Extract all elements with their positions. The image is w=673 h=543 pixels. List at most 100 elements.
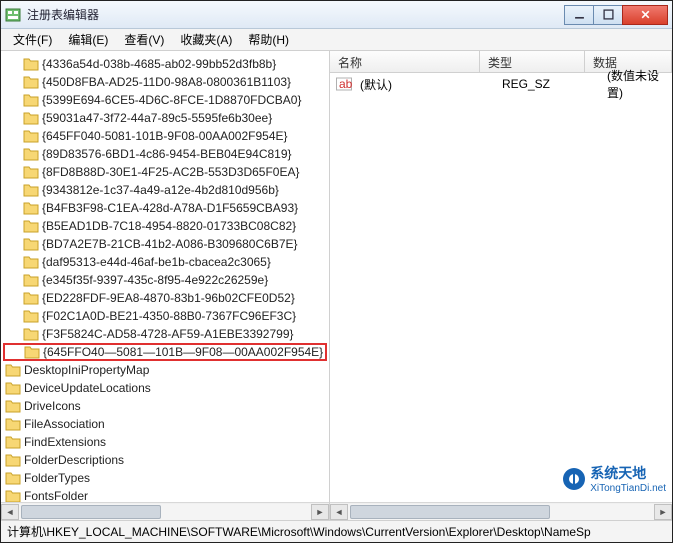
tree-item[interactable]: FolderDescriptions (3, 451, 327, 469)
string-value-icon: ab (336, 76, 352, 92)
folder-icon (5, 362, 21, 378)
scroll-left-button[interactable]: ◄ (1, 504, 19, 520)
tree-item[interactable]: {B4FB3F98-C1EA-428d-A78A-D1F5659CBA93} (3, 199, 327, 217)
tree-label: FileAssociation (24, 417, 105, 431)
folder-icon (23, 236, 39, 252)
scroll-thumb[interactable] (21, 505, 161, 519)
menu-favorites[interactable]: 收藏夹(A) (174, 29, 238, 50)
tree-item[interactable]: {B5EAD1DB-7C18-4954-8820-01733BC08C82} (3, 217, 327, 235)
tree-item[interactable]: FindExtensions (3, 433, 327, 451)
tree-item-highlighted[interactable]: {645FFO40—5081—101B—9F08—00AA002F954E} (3, 343, 327, 361)
scroll-track[interactable] (348, 504, 654, 520)
folder-icon (23, 272, 39, 288)
value-name: (默认) (356, 76, 498, 93)
scroll-right-button[interactable]: ► (654, 504, 672, 520)
tree-item[interactable]: {ED228FDF-9EA8-4870-83b1-96b02CFE0D52} (3, 289, 327, 307)
registry-tree[interactable]: {4336a54d-038b-4685-ab02-99bb52d3fb8b} {4… (1, 51, 329, 502)
tree-item[interactable]: {89D83576-6BD1-4c86-9454-BEB04E94C819} (3, 145, 327, 163)
tree-item[interactable]: {9343812e-1c37-4a49-a12e-4b2d810d956b} (3, 181, 327, 199)
tree-item[interactable]: FolderTypes (3, 469, 327, 487)
tree-item[interactable]: {8FD8B88D-30E1-4F25-AC2B-553D3D65F0EA} (3, 163, 327, 181)
tree-item[interactable]: {5399E694-6CE5-4D6C-8FCE-1D8870FDCBA0} (3, 91, 327, 109)
folder-icon (23, 308, 39, 324)
tree-label: DeviceUpdateLocations (24, 381, 151, 395)
maximize-button[interactable] (593, 5, 623, 25)
folder-icon (23, 164, 39, 180)
titlebar: 注册表编辑器 (1, 1, 672, 29)
tree-label: FontsFolder (24, 489, 88, 502)
value-data: (数值未设置) (603, 67, 672, 101)
tree-label: {5399E694-6CE5-4D6C-8FCE-1D8870FDCBA0} (42, 93, 301, 107)
folder-icon (23, 110, 39, 126)
tree-label: {8FD8B88D-30E1-4F25-AC2B-553D3D65F0EA} (42, 165, 299, 179)
tree-item[interactable]: FileAssociation (3, 415, 327, 433)
folder-icon (5, 434, 21, 450)
folder-icon (23, 92, 39, 108)
window-buttons (565, 5, 668, 25)
watermark-text: 系统天地 (590, 463, 666, 483)
folder-icon (23, 74, 39, 90)
menu-file[interactable]: 文件(F) (7, 29, 58, 50)
scroll-track[interactable] (19, 504, 311, 520)
tree-label: {645FFO40—5081—101B—9F08—00AA002F954E} (43, 345, 323, 359)
tree-label: FolderDescriptions (24, 453, 124, 467)
menu-help[interactable]: 帮助(H) (242, 29, 295, 50)
tree-item[interactable]: DriveIcons (3, 397, 327, 415)
folder-icon (23, 128, 39, 144)
tree-label: {ED228FDF-9EA8-4870-83b1-96b02CFE0D52} (42, 291, 295, 305)
watermark-url: XiTongTianDi.net (590, 483, 666, 494)
tree-item[interactable]: DeviceUpdateLocations (3, 379, 327, 397)
tree-item[interactable]: {450D8FBA-AD25-11D0-98A8-0800361B1103} (3, 73, 327, 91)
tree-item[interactable]: FontsFolder (3, 487, 327, 502)
watermark: 系统天地 XiTongTianDi.net (562, 463, 666, 494)
tree-label: DriveIcons (24, 399, 81, 413)
menu-edit[interactable]: 编辑(E) (62, 29, 114, 50)
value-pane: 名称 类型 数据 ab(默认)REG_SZ(数值未设置) ◄ ► 系统天地 Xi… (330, 51, 672, 520)
col-header-name[interactable]: 名称 (330, 51, 480, 72)
tree-item[interactable]: {BD7A2E7B-21CB-41b2-A086-B309680C6B7E} (3, 235, 327, 253)
menu-view[interactable]: 查看(V) (118, 29, 170, 50)
tree-item[interactable]: {F02C1A0D-BE21-4350-88B0-7367FC96EF3C} (3, 307, 327, 325)
folder-icon (23, 200, 39, 216)
scroll-right-button[interactable]: ► (311, 504, 329, 520)
folder-icon (23, 146, 39, 162)
scroll-left-button[interactable]: ◄ (330, 504, 348, 520)
tree-label: {59031a47-3f72-44a7-89c5-5595fe6b30ee} (42, 111, 272, 125)
folder-icon (24, 344, 40, 360)
status-path: 计算机\HKEY_LOCAL_MACHINE\SOFTWARE\Microsof… (7, 523, 591, 540)
tree-label: {B4FB3F98-C1EA-428d-A78A-D1F5659CBA93} (42, 201, 298, 215)
tree-item[interactable]: {4336a54d-038b-4685-ab02-99bb52d3fb8b} (3, 55, 327, 73)
close-button[interactable] (622, 5, 668, 25)
tree-label: {e345f35f-9397-435c-8f95-4e922c26259e} (42, 273, 268, 287)
tree-label: {F02C1A0D-BE21-4350-88B0-7367FC96EF3C} (42, 309, 296, 323)
tree-label: FolderTypes (24, 471, 90, 485)
menubar: 文件(F) 编辑(E) 查看(V) 收藏夹(A) 帮助(H) (1, 29, 672, 51)
tree-label: {BD7A2E7B-21CB-41b2-A086-B309680C6B7E} (42, 237, 298, 251)
tree-label: {450D8FBA-AD25-11D0-98A8-0800361B1103} (42, 75, 291, 89)
folder-icon (5, 398, 21, 414)
tree-item[interactable]: DesktopIniPropertyMap (3, 361, 327, 379)
tree-item[interactable]: {e345f35f-9397-435c-8f95-4e922c26259e} (3, 271, 327, 289)
left-h-scrollbar[interactable]: ◄ ► (1, 502, 329, 520)
folder-icon (23, 182, 39, 198)
value-row[interactable]: ab(默认)REG_SZ(数值未设置) (330, 75, 672, 93)
window-title: 注册表编辑器 (27, 6, 565, 23)
folder-icon (5, 380, 21, 396)
value-list[interactable]: ab(默认)REG_SZ(数值未设置) (330, 73, 672, 95)
tree-label: DesktopIniPropertyMap (24, 363, 149, 377)
minimize-button[interactable] (564, 5, 594, 25)
tree-item[interactable]: {645FF040-5081-101B-9F08-00AA002F954E} (3, 127, 327, 145)
tree-label: {89D83576-6BD1-4c86-9454-BEB04E94C819} (42, 147, 292, 161)
right-h-scrollbar[interactable]: ◄ ► (330, 502, 672, 520)
tree-pane: {4336a54d-038b-4685-ab02-99bb52d3fb8b} {4… (1, 51, 330, 520)
watermark-icon (562, 467, 586, 491)
content-area: {4336a54d-038b-4685-ab02-99bb52d3fb8b} {4… (1, 51, 672, 520)
folder-icon (23, 218, 39, 234)
tree-item[interactable]: {F3F5824C-AD58-4728-AF59-A1EBE3392799} (3, 325, 327, 343)
folder-icon (23, 56, 39, 72)
svg-text:ab: ab (339, 77, 352, 91)
tree-item[interactable]: {daf95313-e44d-46af-be1b-cbacea2c3065} (3, 253, 327, 271)
scroll-thumb[interactable] (350, 505, 550, 519)
tree-item[interactable]: {59031a47-3f72-44a7-89c5-5595fe6b30ee} (3, 109, 327, 127)
col-header-type[interactable]: 类型 (480, 51, 585, 72)
